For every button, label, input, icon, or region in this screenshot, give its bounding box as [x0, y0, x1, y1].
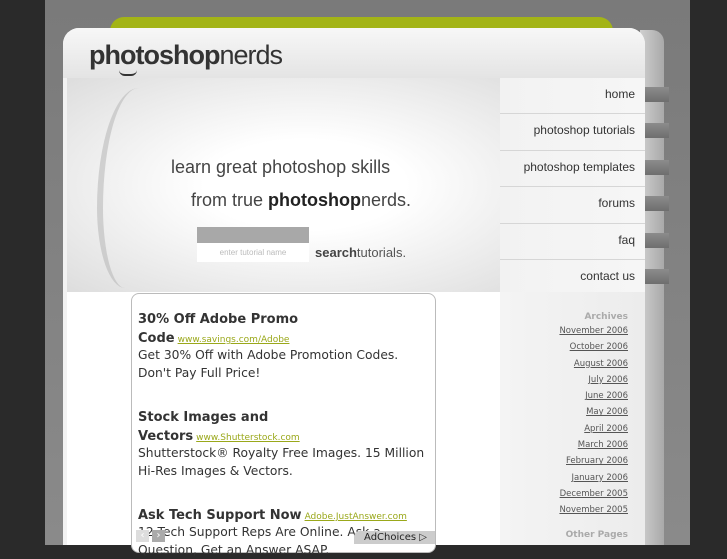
ad-desc: Shutterstock® Royalty Free Images. 15 Mi…: [138, 446, 425, 478]
main-nav: home photoshop tutorials photoshop templ…: [500, 78, 645, 297]
tagline-line1: learn great photoshop skills: [171, 157, 391, 177]
ad-desc: Get 30% Off with Adobe Promotion Codes. …: [138, 348, 399, 380]
ad-pagination: ‹ ›: [136, 530, 165, 542]
tab-marker: [645, 123, 669, 139]
archive-link[interactable]: December 2005: [500, 489, 628, 505]
archive-link[interactable]: October 2006: [500, 342, 628, 358]
ad-next-button[interactable]: ›: [152, 530, 165, 542]
header: photoshopnerds: [63, 28, 645, 78]
nav-home[interactable]: home: [500, 78, 645, 115]
nav-photoshop-tutorials[interactable]: photoshop tutorials: [500, 114, 645, 151]
ad-url[interactable]: www.Shutterstock.com: [196, 433, 300, 443]
tab-marker: [645, 159, 669, 175]
archive-link[interactable]: February 2006: [500, 456, 628, 472]
search-button[interactable]: searchtutorials.: [315, 245, 406, 260]
nav-faq[interactable]: faq: [500, 223, 645, 260]
ad-box: 30% Off Adobe Promo Code www.savings.com/…: [131, 293, 436, 557]
ad-title[interactable]: Ask Tech Support Now: [138, 508, 302, 523]
adchoices-button[interactable]: AdChoices ▷: [354, 531, 435, 544]
other-pages-title: Other Pages: [565, 529, 628, 540]
archive-link[interactable]: July 2006: [500, 375, 628, 391]
archive-link[interactable]: April 2006: [500, 424, 628, 440]
archives-sidebar: Archives November 2006 October 2006 Augu…: [500, 292, 645, 545]
smile-icon: [119, 70, 137, 76]
ad-prev-button[interactable]: ‹: [136, 530, 149, 542]
search-input[interactable]: enter tutorial name: [197, 227, 309, 262]
archive-link[interactable]: August 2006: [500, 359, 628, 375]
binder-tabs: [645, 87, 669, 305]
archive-link[interactable]: June 2006: [500, 391, 628, 407]
nav-forums[interactable]: forums: [500, 187, 645, 224]
tab-marker: [645, 268, 669, 284]
nav-photoshop-templates[interactable]: photoshop templates: [500, 150, 645, 188]
site-logo[interactable]: photoshopnerds: [89, 40, 283, 76]
tab-marker: [645, 232, 669, 248]
ad-item[interactable]: Stock Images and Vectors www.Shutterstock…: [138, 406, 429, 480]
nav-contact-us[interactable]: contact us: [500, 259, 645, 297]
archive-link[interactable]: November 2005: [500, 505, 628, 521]
ad-item[interactable]: 30% Off Adobe Promo Code www.savings.com/…: [138, 308, 429, 382]
hero-banner: learn great photoshop skills from true p…: [67, 78, 500, 292]
ad-url[interactable]: www.savings.com/Adobe: [178, 335, 290, 345]
archive-link[interactable]: May 2006: [500, 407, 628, 423]
tab-marker: [645, 196, 669, 212]
archive-link[interactable]: November 2006: [500, 326, 628, 342]
ad-url[interactable]: Adobe.JustAnswer.com: [305, 512, 407, 522]
archive-link[interactable]: March 2006: [500, 440, 628, 456]
tagline-line2: from true photoshopnerds.: [191, 190, 412, 210]
tab-marker: [645, 87, 669, 102]
swirl-graphic: [97, 88, 167, 288]
archives-title: Archives: [584, 312, 628, 322]
archive-link[interactable]: January 2006: [500, 473, 628, 489]
